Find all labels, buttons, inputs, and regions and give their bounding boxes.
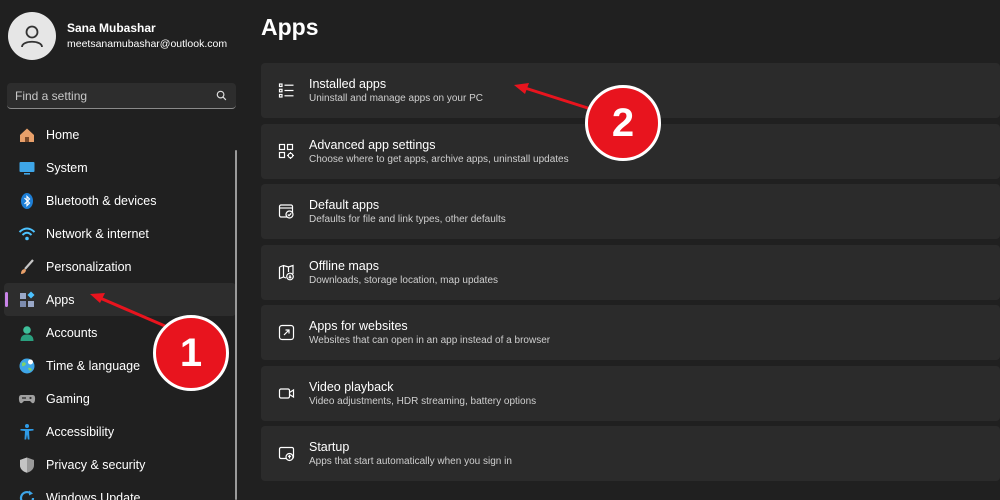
accessibility-icon	[18, 423, 36, 441]
startup-icon	[277, 445, 295, 463]
active-indicator	[5, 292, 8, 307]
sidebar-item-bluetooth[interactable]: Bluetooth & devices	[4, 184, 236, 217]
sidebar-item-label: Time & language	[46, 358, 141, 373]
sidebar-item-label: Windows Update	[46, 490, 141, 500]
card-subtitle: Defaults for file and link types, other …	[309, 214, 506, 225]
bluetooth-icon	[18, 192, 36, 210]
search-input[interactable]: Find a setting	[7, 83, 236, 109]
sidebar-item-personalization[interactable]: Personalization	[4, 250, 236, 283]
globe-icon	[18, 357, 36, 375]
sidebar-item-label: Home	[46, 127, 80, 142]
card-subtitle: Uninstall and manage apps on your PC	[309, 93, 483, 104]
step-badge-2: 2	[585, 85, 661, 161]
default-apps-icon	[277, 203, 295, 221]
profile-name: Sana Mubashar	[67, 21, 156, 35]
card-startup[interactable]: Startup Apps that start automatically wh…	[261, 426, 1000, 481]
sidebar-item-label: Gaming	[46, 391, 90, 406]
card-title: Offline maps	[309, 258, 379, 273]
gamepad-icon	[18, 390, 36, 408]
sidebar-item-network[interactable]: Network & internet	[4, 217, 236, 250]
profile-email: meetsanamubashar@outlook.com	[67, 38, 228, 50]
card-apps-for-websites[interactable]: Apps for websites Websites that can open…	[261, 305, 1000, 360]
open-in-app-icon	[277, 324, 295, 342]
app-settings-icon	[277, 142, 295, 160]
list-icon	[277, 82, 295, 100]
card-title: Apps for websites	[309, 319, 408, 333]
step-badge-1: 1	[153, 315, 229, 391]
card-subtitle: Video adjustments, HDR streaming, batter…	[309, 395, 537, 407]
avatar[interactable]	[8, 12, 56, 60]
sidebar-item-label: Accessibility	[46, 424, 115, 439]
sidebar-nav: Home System Bluetooth & devices Network …	[0, 118, 236, 500]
card-title: Default apps	[309, 198, 380, 212]
brush-icon	[18, 258, 36, 276]
card-offline-maps[interactable]: Offline maps Downloads, storage location…	[261, 244, 1000, 300]
sidebar-item-home[interactable]: Home	[4, 118, 236, 151]
card-title: Startup	[309, 440, 350, 454]
update-icon	[18, 489, 36, 500]
video-icon	[277, 384, 295, 402]
profile[interactable]: Sana Mubashar meetsanamubashar@outlook.c…	[8, 12, 227, 60]
card-title: Advanced app settings	[309, 137, 436, 152]
apps-icon	[18, 290, 36, 309]
user-icon	[21, 25, 43, 48]
sidebar-item-label: Personalization	[46, 259, 132, 274]
sidebar-item-apps[interactable]: Apps	[4, 283, 236, 316]
shield-icon	[18, 456, 36, 474]
map-icon	[277, 263, 295, 281]
sidebar-item-windows-update[interactable]: Windows Update	[4, 481, 236, 500]
card-subtitle: Websites that can open in an app instead…	[309, 335, 551, 346]
search-icon[interactable]	[214, 89, 228, 103]
sidebar-item-label: Accounts	[46, 325, 98, 340]
sidebar-item-label: Privacy & security	[46, 457, 146, 472]
sidebar-item-accessibility[interactable]: Accessibility	[4, 415, 236, 448]
sidebar-item-label: Bluetooth & devices	[46, 193, 157, 208]
wifi-icon	[18, 225, 36, 243]
sidebar-item-label: System	[46, 160, 88, 175]
card-title: Installed apps	[309, 77, 387, 91]
sidebar-scrollbar[interactable]	[235, 150, 237, 500]
search-placeholder: Find a setting	[15, 88, 88, 103]
sidebar-item-system[interactable]: System	[4, 151, 236, 184]
card-default-apps[interactable]: Default apps Defaults for file and link …	[261, 184, 1000, 239]
system-icon	[18, 159, 36, 177]
sidebar: Sana Mubashar meetsanamubashar@outlook.c…	[0, 0, 240, 500]
card-subtitle: Downloads, storage location, map updates	[309, 274, 499, 286]
accounts-icon	[18, 324, 36, 342]
card-subtitle: Apps that start automatically when you s…	[309, 456, 512, 467]
home-icon	[18, 126, 36, 144]
card-video-playback[interactable]: Video playback Video adjustments, HDR st…	[261, 365, 1000, 421]
card-subtitle: Choose where to get apps, archive apps, …	[309, 153, 569, 165]
sidebar-item-label: Apps	[46, 292, 75, 307]
page-title: Apps	[261, 14, 319, 40]
sidebar-item-privacy[interactable]: Privacy & security	[4, 448, 236, 481]
card-title: Video playback	[309, 379, 394, 394]
sidebar-item-label: Network & internet	[46, 226, 149, 241]
